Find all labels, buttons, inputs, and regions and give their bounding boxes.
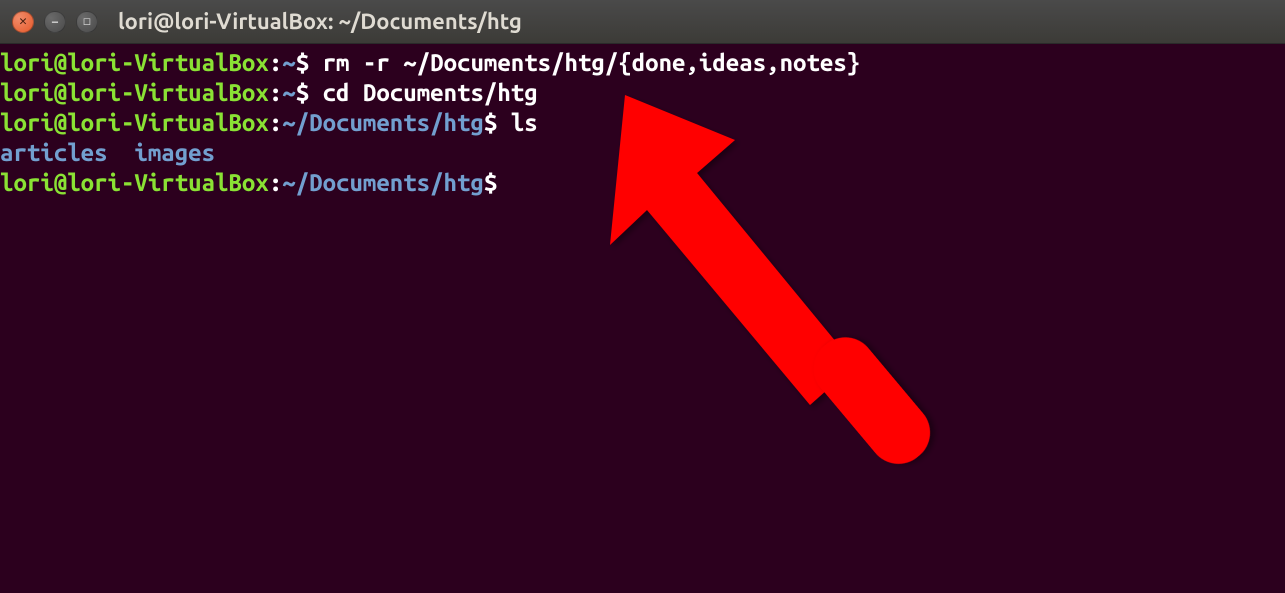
prompt-path: ~ [282,79,295,106]
prompt-colon: : [269,109,282,136]
close-icon: ✕ [19,14,27,29]
prompt-colon: : [269,169,282,196]
prompt-colon: : [269,79,282,106]
prompt-path: ~/Documents/htg [282,109,484,136]
command-text: rm -r ~/Documents/htg/{done,ideas,notes} [323,49,861,76]
terminal-line: lori@lori-VirtualBox:~$ cd Documents/htg [0,78,1285,108]
prompt-user-host: lori@lori-VirtualBox [0,169,269,196]
prompt-user-host: lori@lori-VirtualBox [0,109,269,136]
terminal-current-line: lori@lori-VirtualBox:~/Documents/htg$ [0,168,1285,198]
prompt-dollar: $ [296,79,323,106]
prompt-dollar: $ [484,169,511,196]
command-text: ls [511,109,538,136]
terminal-line: lori@lori-VirtualBox:~/Documents/htg$ ls [0,108,1285,138]
maximize-icon: ◻ [83,14,91,29]
directory-listing: articles images [0,139,215,166]
minimize-button[interactable]: − [44,11,66,33]
window-controls: ✕ − ◻ [12,11,98,33]
close-button[interactable]: ✕ [12,11,34,33]
prompt-path: ~ [282,49,295,76]
terminal-output: articles images [0,138,1285,168]
maximize-button[interactable]: ◻ [76,11,98,33]
prompt-colon: : [269,49,282,76]
terminal-line: lori@lori-VirtualBox:~$ rm -r ~/Document… [0,48,1285,78]
prompt-user-host: lori@lori-VirtualBox [0,79,269,106]
titlebar: ✕ − ◻ lori@lori-VirtualBox: ~/Documents/… [0,0,1285,44]
minimize-icon: − [51,15,58,29]
window-title: lori@lori-VirtualBox: ~/Documents/htg [118,9,522,34]
prompt-dollar: $ [484,109,511,136]
terminal-body[interactable]: lori@lori-VirtualBox:~$ rm -r ~/Document… [0,44,1285,198]
prompt-path: ~/Documents/htg [282,169,484,196]
prompt-dollar: $ [296,49,323,76]
prompt-user-host: lori@lori-VirtualBox [0,49,269,76]
command-text: cd Documents/htg [323,79,538,106]
